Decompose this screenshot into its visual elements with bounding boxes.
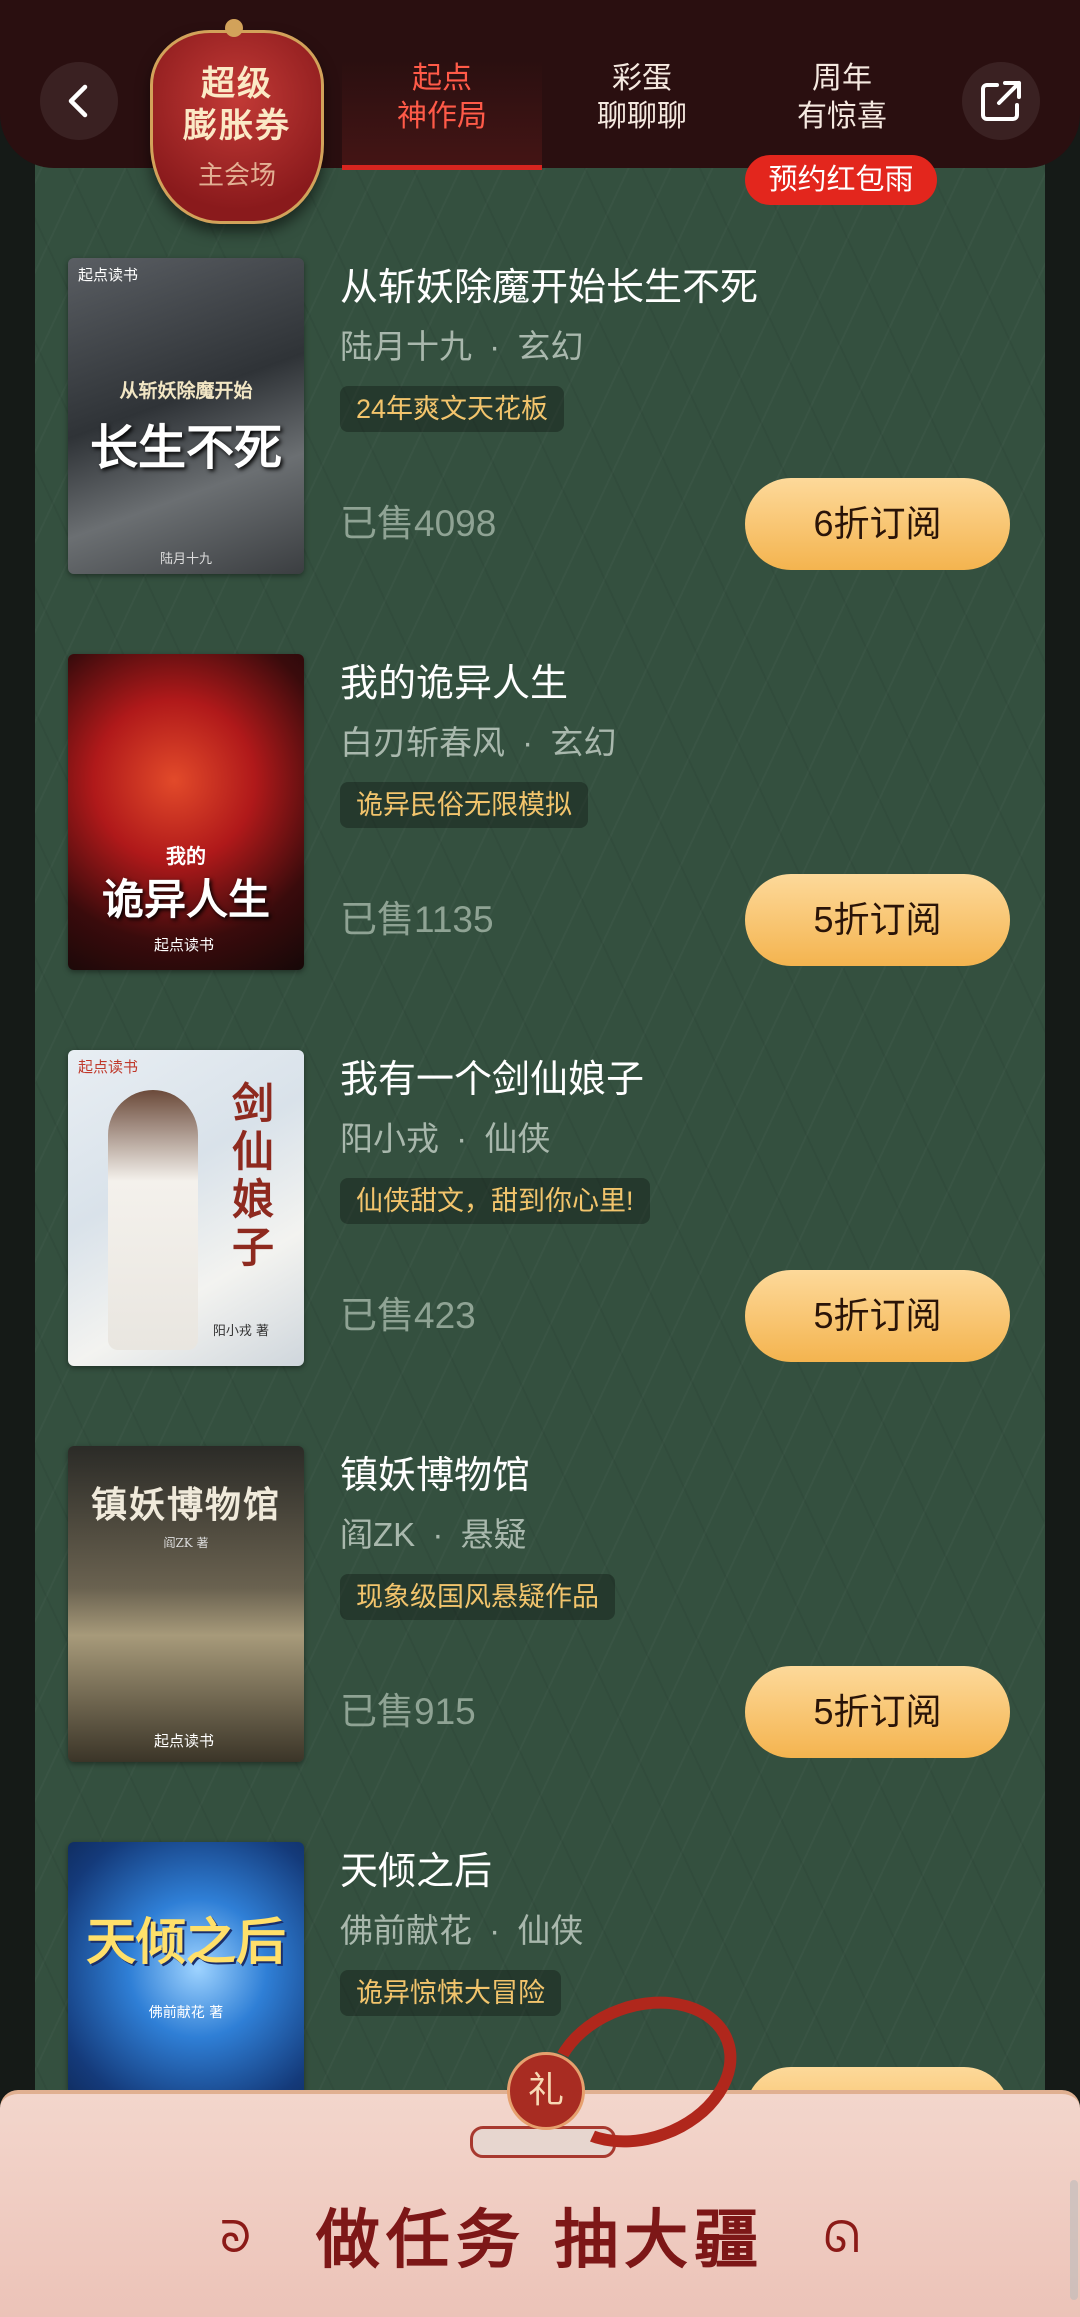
meta-separator: ·: [432, 1516, 444, 1553]
lantern-subtitle: 主会场: [197, 159, 276, 190]
cover-subtitle: 我的: [166, 844, 206, 868]
tab-zhounian[interactable]: 周年 有惊喜: [742, 60, 942, 170]
cover-logo: 起点读书: [154, 1733, 215, 1750]
book-card[interactable]: 起点读书 剑仙娘子 阳小戎 著 我有一个剑仙娘子 阳小戎 · 仙侠 仙侠甜文，甜…: [0, 1050, 1080, 1380]
sold-count: 已售4098: [340, 503, 497, 544]
book-cover[interactable]: 镇妖博物馆 阎ZK 著 起点读书: [68, 1446, 304, 1762]
red-packet-rain-badge[interactable]: 预约红包雨: [745, 155, 937, 205]
gift-icon[interactable]: 礼: [507, 2052, 585, 2130]
tab-label-line1: 彩蛋: [612, 61, 672, 96]
cover-logo: 起点读书: [78, 267, 139, 284]
book-author: 阎ZK: [340, 1516, 416, 1553]
book-genre: 玄幻: [517, 328, 584, 365]
share-icon: [981, 81, 1021, 121]
tab-label-line1: 周年: [812, 61, 872, 96]
book-author: 白刃斩春风: [340, 724, 505, 761]
task-lottery-cta[interactable]: 做任务 抽大疆: [0, 2189, 1080, 2281]
book-cover[interactable]: 起点读书 从斩妖除魔开始 长生不死 陆月十九: [68, 258, 304, 574]
cover-author: 陆月十九: [159, 552, 212, 567]
cover-title: 天倾之后: [86, 1912, 286, 1971]
book-genre: 仙侠: [517, 1912, 584, 1949]
tab-label-line2: 聊聊聊: [597, 99, 687, 134]
book-cover[interactable]: 我的 诡异人生 起点读书: [68, 654, 304, 970]
book-title[interactable]: 天倾之后: [340, 1840, 492, 1895]
book-meta: 陆月十九 · 玄幻: [340, 320, 583, 368]
lantern-title-line2: 膨胀券: [183, 105, 291, 146]
book-tag: 诡异惊悚大冒险: [340, 1970, 561, 2016]
book-title[interactable]: 我有一个剑仙娘子: [340, 1048, 644, 1103]
cover-author: 佛前献花 著: [148, 2005, 224, 2021]
meta-separator: ·: [456, 1120, 468, 1157]
book-genre: 仙侠: [484, 1120, 551, 1157]
book-tag: 现象级国风悬疑作品: [340, 1574, 615, 1620]
lantern-title-line1: 超级: [201, 63, 273, 104]
subscribe-button[interactable]: 5折订阅: [745, 1666, 1010, 1758]
book-tag: 24年爽文天花板: [340, 386, 565, 432]
chevron-left-icon: [68, 84, 88, 118]
cover-figure: [108, 1090, 198, 1350]
sold-count: 已售1135: [340, 899, 494, 940]
book-card[interactable]: 起点读书 从斩妖除魔开始 长生不死 陆月十九 从斩妖除魔开始长生不死 陆月十九 …: [0, 258, 1080, 588]
cover-logo: 起点读书: [154, 937, 215, 954]
sold-count: 已售423: [340, 1295, 476, 1336]
meta-separator: ·: [522, 724, 534, 761]
book-meta: 阎ZK · 悬疑: [340, 1508, 527, 1556]
book-meta: 佛前献花 · 仙侠: [340, 1904, 583, 1952]
cover-logo: 起点读书: [78, 1059, 139, 1076]
sold-count: 已售915: [340, 1691, 476, 1732]
book-meta: 阳小戎 · 仙侠: [340, 1112, 550, 1160]
book-title[interactable]: 我的诡异人生: [340, 652, 568, 707]
book-title[interactable]: 镇妖博物馆: [340, 1444, 530, 1499]
subscribe-button[interactable]: 6折订阅: [745, 478, 1010, 570]
book-meta: 白刃斩春风 · 玄幻: [340, 716, 616, 764]
right-swirl-icon: ᘏ: [823, 2212, 860, 2263]
cover-title: 长生不死: [89, 420, 282, 476]
tab-label-line2: 神作局: [397, 99, 487, 134]
book-card[interactable]: 我的 诡异人生 起点读书 我的诡异人生 白刃斩春风 · 玄幻 诡异民俗无限模拟 …: [0, 654, 1080, 984]
tab-caidan[interactable]: 彩蛋 聊聊聊: [542, 60, 742, 170]
lantern-pin: [225, 19, 243, 37]
book-author: 佛前献花: [340, 1912, 472, 1949]
book-tag: 诡异民俗无限模拟: [340, 782, 588, 828]
cover-title: 镇妖博物馆: [90, 1484, 281, 1526]
book-genre: 玄幻: [550, 724, 617, 761]
cover-subtitle: 从斩妖除魔开始: [119, 380, 253, 402]
tab-label-line1: 起点: [412, 61, 472, 96]
cover-title: 剑仙娘子: [231, 1079, 274, 1272]
book-author: 阳小戎: [340, 1120, 439, 1157]
book-title[interactable]: 从斩妖除魔开始长生不死: [340, 256, 758, 311]
book-genre: 悬疑: [460, 1516, 527, 1553]
tab-label-line2: 有惊喜: [797, 99, 887, 134]
tab-shenzuoju[interactable]: 起点 神作局: [342, 60, 542, 170]
share-button[interactable]: [962, 62, 1040, 140]
subscribe-button[interactable]: 5折订阅: [745, 1270, 1010, 1362]
book-author: 陆月十九: [340, 328, 472, 365]
meta-separator: ·: [489, 1912, 501, 1949]
cover-author: 阳小戎 著: [212, 1324, 270, 1339]
scrollbar[interactable]: [1070, 2180, 1078, 2300]
cover-title: 诡异人生: [101, 875, 270, 924]
book-cover[interactable]: 起点读书 剑仙娘子 阳小戎 著: [68, 1050, 304, 1366]
cover-author: 阎ZK 著: [163, 1536, 209, 1550]
book-card[interactable]: 镇妖博物馆 阎ZK 著 起点读书 镇妖博物馆 阎ZK · 悬疑 现象级国风悬疑作…: [0, 1446, 1080, 1776]
meta-separator: ·: [489, 328, 501, 365]
back-button[interactable]: [40, 62, 118, 140]
subscribe-button[interactable]: 5折订阅: [745, 874, 1010, 966]
super-coupon-lantern-button[interactable]: 超级 膨胀券 主会场: [150, 19, 324, 224]
book-tag: 仙侠甜文，甜到你心里!: [340, 1178, 650, 1224]
